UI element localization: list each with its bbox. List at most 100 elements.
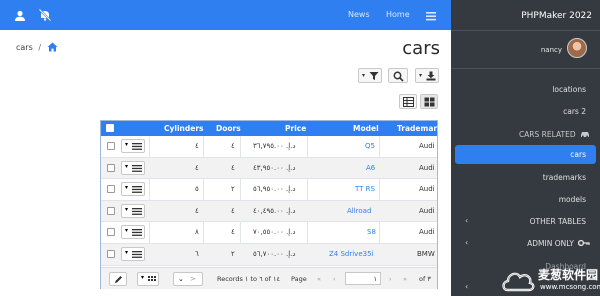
total-pages: of ٣ bbox=[419, 275, 431, 283]
search-icon bbox=[393, 71, 404, 82]
row-checkbox[interactable] bbox=[107, 250, 115, 258]
cell-model-link[interactable]: S8 bbox=[367, 228, 376, 236]
cell-cylinders: ٤ bbox=[195, 206, 199, 215]
row-checkbox[interactable] bbox=[107, 163, 115, 172]
col-header-trademark[interactable]: Trademark bbox=[397, 124, 442, 133]
row-checkbox[interactable] bbox=[107, 185, 115, 194]
watermark-url: www.mcsong.com bbox=[540, 283, 600, 291]
chevron-down-icon: ⌄ bbox=[178, 275, 184, 283]
cell-doors: ٢ bbox=[231, 185, 235, 194]
cell-model-link[interactable]: Allroad bbox=[347, 207, 371, 215]
grid-footer: ▾ ⌄ > Records ١ to ٦ of ١٤ Page « ‹ ١ › … bbox=[101, 267, 437, 289]
sidebar-item-trademarks[interactable]: trademarks bbox=[543, 173, 586, 182]
row-actions-button[interactable]: ▾ bbox=[121, 139, 145, 153]
row-actions-button[interactable]: ▾ bbox=[121, 225, 145, 240]
table-row[interactable]: ▾ ٥ ٢ د.إ.‏ ٥٦,٩٥٠.٠٠ TT RS Audi bbox=[101, 179, 437, 201]
select-all-checkbox[interactable] bbox=[106, 124, 114, 132]
cell-doors: ٤ bbox=[231, 206, 235, 215]
car-icon bbox=[581, 132, 589, 138]
sidebar-group-other-tables[interactable]: OTHER TABLES bbox=[530, 217, 586, 226]
page-number-input[interactable]: ١ bbox=[345, 272, 381, 285]
nav-link-home[interactable]: Home bbox=[386, 10, 410, 19]
edit-button[interactable] bbox=[109, 272, 127, 286]
cell-cylinders: ٤ bbox=[195, 142, 199, 150]
watermark-text: 麦葱软件园 bbox=[538, 268, 599, 282]
cell-model-link[interactable]: Q5 bbox=[365, 142, 375, 150]
cell-trademark: Audi bbox=[419, 185, 435, 194]
col-header-price[interactable]: Price bbox=[285, 124, 306, 133]
sidebar: PHPMaker 2022 nancy locations cars 2 CAR… bbox=[451, 0, 600, 296]
cell-price: د.إ.‏ ٥٦,٩٥٠.٠٠ bbox=[253, 185, 296, 194]
table-row[interactable]: ▾ ٤ ٤ د.إ.‏ ٤٠,٤٩٥.٠٠ Allroad Audi bbox=[101, 200, 437, 223]
sidebar-item-locations[interactable]: locations bbox=[552, 85, 586, 94]
user-icon[interactable] bbox=[14, 7, 30, 23]
filter-button[interactable]: ▾ bbox=[358, 68, 382, 83]
filter-icon bbox=[369, 72, 379, 80]
row-checkbox[interactable] bbox=[107, 206, 115, 215]
table-view-button[interactable] bbox=[399, 94, 417, 109]
sidebar-item-models[interactable]: models bbox=[559, 195, 586, 204]
export-button[interactable]: ▾ bbox=[415, 68, 439, 83]
cell-price: د.إ.‏ ٣٦,٧٩٥.٠٠ bbox=[253, 142, 296, 150]
list-icon bbox=[132, 229, 142, 237]
cell-price: د.إ.‏ ٥٦,٧٠٠.٠٠ bbox=[253, 250, 296, 258]
table-row[interactable]: ▾ ٤ ٤ د.إ.‏ ٤٣,٩٥٠.٠٠ A6 Audi bbox=[101, 157, 437, 180]
table-row[interactable]: ▾ ٤ ٤ د.إ.‏ ٣٦,٧٩٥.٠٠ Q5 Audi bbox=[101, 136, 437, 158]
cell-model-link[interactable]: A6 bbox=[366, 164, 375, 172]
sidebar-item-cars-2[interactable]: cars 2 bbox=[563, 107, 586, 116]
cloud-logo-icon bbox=[502, 272, 535, 292]
breadcrumb: cars / bbox=[16, 42, 58, 52]
sidebar-header-cars-related[interactable]: CARS RELATED bbox=[519, 130, 590, 139]
list-icon bbox=[132, 186, 142, 194]
cell-model-link[interactable]: Z4 Sdrive35i bbox=[329, 250, 374, 258]
row-actions-button[interactable]: ▾ bbox=[121, 160, 145, 175]
table-row[interactable]: ▾ ٦ ٢ د.إ.‏ ٥٦,٧٠٠.٠٠ Z4 Sdrive35i BMW bbox=[101, 244, 437, 266]
chevron-left-icon[interactable]: ‹ bbox=[465, 216, 468, 225]
first-page-button[interactable]: « bbox=[317, 275, 321, 283]
row-actions-button[interactable]: ▾ bbox=[121, 247, 145, 261]
chevron-left-icon[interactable]: ‹ bbox=[465, 238, 468, 247]
cell-trademark: Audi bbox=[419, 142, 435, 150]
home-icon[interactable] bbox=[47, 42, 58, 52]
notifications-off-icon[interactable] bbox=[38, 7, 54, 23]
cell-cylinders: ٥ bbox=[195, 185, 199, 194]
download-icon bbox=[426, 71, 436, 81]
sidebar-group-admin-only[interactable]: ADMIN ONLY bbox=[527, 239, 574, 248]
avatar[interactable] bbox=[567, 38, 587, 58]
pencil-icon bbox=[115, 276, 122, 283]
list-icon bbox=[132, 164, 142, 172]
col-header-doors[interactable]: Doors bbox=[216, 124, 241, 133]
grid-view-button[interactable] bbox=[420, 94, 438, 109]
list-icon bbox=[132, 143, 142, 150]
search-button[interactable] bbox=[388, 68, 408, 83]
next-page-button[interactable]: › bbox=[389, 275, 392, 283]
top-navbar: News Home bbox=[0, 0, 451, 30]
row-actions-button[interactable]: ▾ bbox=[121, 203, 145, 218]
list-icon bbox=[132, 207, 142, 215]
cell-model-link[interactable]: TT RS bbox=[355, 185, 375, 193]
last-page-button[interactable]: » bbox=[403, 275, 407, 283]
breadcrumb-separator: / bbox=[38, 43, 42, 52]
col-header-model[interactable]: Model bbox=[353, 124, 379, 133]
grid-header: Cylinders Doors Price Model Trademark bbox=[101, 121, 442, 136]
row-checkbox[interactable] bbox=[107, 228, 115, 237]
caret-down-icon: ▾ bbox=[419, 72, 423, 79]
columns-button[interactable]: ▾ bbox=[137, 272, 159, 286]
cell-doors: ٤ bbox=[231, 142, 235, 150]
cell-price: د.إ.‏ ٧٠,٥٥٠.٠٠ bbox=[253, 228, 296, 237]
table-row[interactable]: ▾ ٨ ٤ د.إ.‏ ٧٠,٥٥٠.٠٠ S8 Audi bbox=[101, 222, 437, 244]
row-actions-button[interactable]: ▾ bbox=[121, 182, 145, 197]
sidebar-item-cars[interactable]: cars bbox=[570, 150, 586, 159]
brand-title[interactable]: PHPMaker 2022 bbox=[521, 11, 592, 21]
breadcrumb-item-cars[interactable]: cars bbox=[16, 43, 33, 52]
user-name[interactable]: nancy bbox=[541, 46, 562, 54]
chevron-left-icon[interactable]: ‹ bbox=[465, 282, 468, 291]
row-checkbox[interactable] bbox=[107, 142, 115, 150]
nav-link-news[interactable]: News bbox=[348, 10, 370, 19]
col-header-cylinders[interactable]: Cylinders bbox=[164, 124, 204, 133]
list-icon bbox=[132, 251, 142, 258]
page-size-select[interactable]: ⌄ > bbox=[173, 272, 203, 286]
divider bbox=[451, 30, 600, 31]
prev-page-button[interactable]: ‹ bbox=[333, 275, 336, 283]
hamburger-menu-icon[interactable] bbox=[425, 7, 441, 23]
